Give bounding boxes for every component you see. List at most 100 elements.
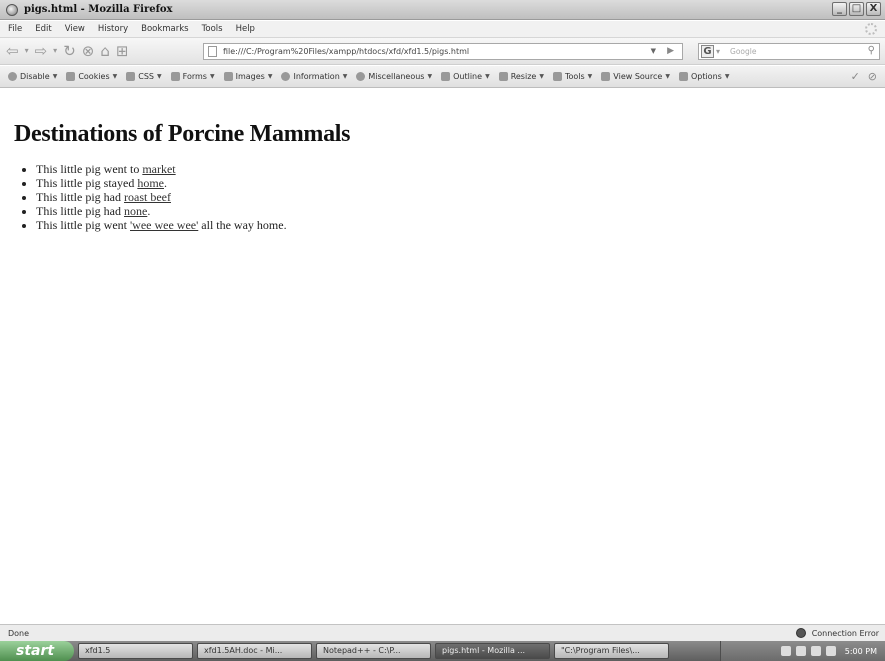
chevron-down-icon: ▼ (724, 73, 730, 80)
stop-icon[interactable]: ⊗ (82, 43, 95, 59)
link-home[interactable]: home (137, 176, 164, 190)
css-icon (126, 72, 136, 81)
taskbar-item-notepad[interactable]: Notepad++ - C:\P... (316, 643, 431, 659)
resize-icon (498, 72, 508, 81)
dev-information[interactable]: Information ▼ (281, 72, 347, 81)
menu-view[interactable]: View (65, 24, 85, 34)
firefox-icon (6, 3, 18, 16)
images-icon (223, 72, 233, 81)
dev-forms[interactable]: Forms ▼ (170, 72, 215, 81)
link-market[interactable]: market (142, 162, 175, 176)
forms-icon (170, 72, 180, 81)
start-button[interactable]: start (0, 641, 74, 661)
google-icon[interactable]: G (701, 45, 714, 58)
system-tray: 5:00 PM (720, 641, 885, 661)
page-content: Destinations of Porcine Mammals This lit… (0, 89, 885, 624)
devbar-status: ✓ ⊘ (851, 70, 877, 83)
list-item: This little pig went to market (36, 162, 885, 176)
destinations-list: This little pig went to market This litt… (14, 162, 885, 232)
dev-cookies[interactable]: Cookies ▼ (66, 72, 117, 81)
tray-icon[interactable] (810, 646, 821, 656)
go-icon[interactable]: ▶ (667, 46, 674, 56)
close-button[interactable]: X (866, 2, 881, 16)
forward-dropdown-icon[interactable]: ▾ (53, 47, 57, 55)
tools-icon (552, 72, 562, 81)
web-developer-toolbar: Disable ▼ Cookies ▼ CSS ▼ Forms ▼ Images ▼ In… (0, 66, 885, 88)
menu-bookmarks[interactable]: Bookmarks (141, 24, 189, 34)
options-icon (678, 72, 688, 81)
dev-view-source[interactable]: View Source ▼ (601, 72, 670, 81)
dev-miscellaneous[interactable]: Miscellaneous ▼ (356, 72, 432, 81)
url-dropdown-icon[interactable]: ▼ (651, 47, 656, 55)
list-item: This little pig went 'wee wee wee' all t… (36, 218, 885, 232)
address-bar[interactable]: file:///C:/Program%20Files/xampp/htdocs/… (203, 43, 683, 60)
chevron-down-icon: ▼ (52, 73, 58, 80)
connection-status[interactable]: Connection Error (812, 629, 879, 638)
list-item: This little pig had none. (36, 204, 885, 218)
menu-file[interactable]: File (8, 24, 22, 34)
window-controls: _ □ X (832, 2, 881, 16)
taskbar-item-word[interactable]: xfd1.5AH.doc - Mi... (197, 643, 312, 659)
page-icon (208, 46, 217, 57)
outline-icon (441, 72, 451, 81)
dev-resize[interactable]: Resize ▼ (498, 72, 544, 81)
dev-disable[interactable]: Disable ▼ (8, 72, 57, 81)
list-item: This little pig stayed home. (36, 176, 885, 190)
list-item: This little pig had roast beef (36, 190, 885, 204)
disable-toggle-icon[interactable]: ⊘ (868, 70, 877, 83)
dev-images[interactable]: Images ▼ (223, 72, 273, 81)
clock[interactable]: 5:00 PM (845, 647, 877, 656)
chevron-down-icon: ▼ (209, 73, 215, 80)
chevron-down-icon: ▼ (427, 73, 433, 80)
minimize-button[interactable]: _ (832, 2, 847, 16)
dev-outline[interactable]: Outline ▼ (441, 72, 490, 81)
chevron-down-icon: ▼ (539, 73, 544, 80)
menu-edit[interactable]: Edit (35, 24, 51, 34)
search-engine-dropdown-icon[interactable]: ▾ (716, 47, 720, 56)
taskbar-item-program-files[interactable]: "C:\Program Files\... (554, 643, 669, 659)
chevron-down-icon: ▼ (112, 73, 118, 80)
menu-tools[interactable]: Tools (202, 24, 223, 34)
window-title: pigs.html - Mozilla Firefox (24, 4, 173, 15)
link-wee-wee-wee[interactable]: 'wee wee wee' (130, 218, 198, 232)
cookies-icon (66, 72, 76, 81)
link-roast-beef[interactable]: roast beef (124, 190, 171, 204)
title-bar: pigs.html - Mozilla Firefox _ □ X (0, 0, 885, 20)
taskbar-item-firefox[interactable]: pigs.html - Mozilla ... (435, 643, 550, 659)
dev-options[interactable]: Options ▼ (678, 72, 730, 81)
dev-css[interactable]: CSS ▼ (126, 72, 162, 81)
back-dropdown-icon[interactable]: ▾ (25, 47, 29, 55)
search-placeholder: Google (730, 47, 757, 56)
status-bar: Done Connection Error (0, 624, 885, 641)
status-right: Connection Error (795, 628, 879, 638)
menu-help[interactable]: Help (236, 24, 255, 34)
check-icon[interactable]: ✓ (851, 70, 860, 83)
tray-icon[interactable] (795, 646, 806, 656)
link-none[interactable]: none (124, 204, 147, 218)
search-bar[interactable]: G ▾ Google ⚲ (698, 43, 880, 60)
chevron-down-icon: ▼ (267, 73, 273, 80)
chevron-down-icon: ▼ (587, 73, 593, 80)
miscellaneous-icon (356, 72, 366, 81)
bookmark-add-icon[interactable]: ⊞ (116, 43, 129, 59)
connection-icon[interactable] (795, 628, 806, 638)
taskbar: start xfd1.5 xfd1.5AH.doc - Mi... Notepa… (0, 641, 885, 661)
navigation-toolbar: ⇦ ▾ ⇨ ▾ ↻ ⊗ ⌂ ⊞ file:///C:/Program%20Fil… (0, 38, 885, 65)
chevron-down-icon: ▼ (157, 73, 162, 80)
status-text: Done (8, 628, 30, 638)
dev-tools[interactable]: Tools ▼ (552, 72, 593, 81)
reload-icon[interactable]: ↻ (63, 43, 76, 59)
tray-icon[interactable] (825, 646, 836, 656)
forward-icon[interactable]: ⇨ (35, 43, 48, 59)
tray-icon[interactable] (780, 646, 791, 656)
throbber-icon (865, 23, 877, 35)
chevron-down-icon: ▼ (342, 73, 348, 80)
disable-icon (8, 72, 17, 81)
menu-history[interactable]: History (98, 24, 128, 34)
url-text: file:///C:/Program%20Files/xampp/htdocs/… (223, 47, 470, 56)
back-icon[interactable]: ⇦ (6, 43, 19, 59)
home-icon[interactable]: ⌂ (100, 43, 110, 59)
taskbar-item-xfd-folder[interactable]: xfd1.5 (78, 643, 193, 659)
maximize-button[interactable]: □ (849, 2, 864, 16)
search-icon[interactable]: ⚲ (868, 45, 875, 56)
